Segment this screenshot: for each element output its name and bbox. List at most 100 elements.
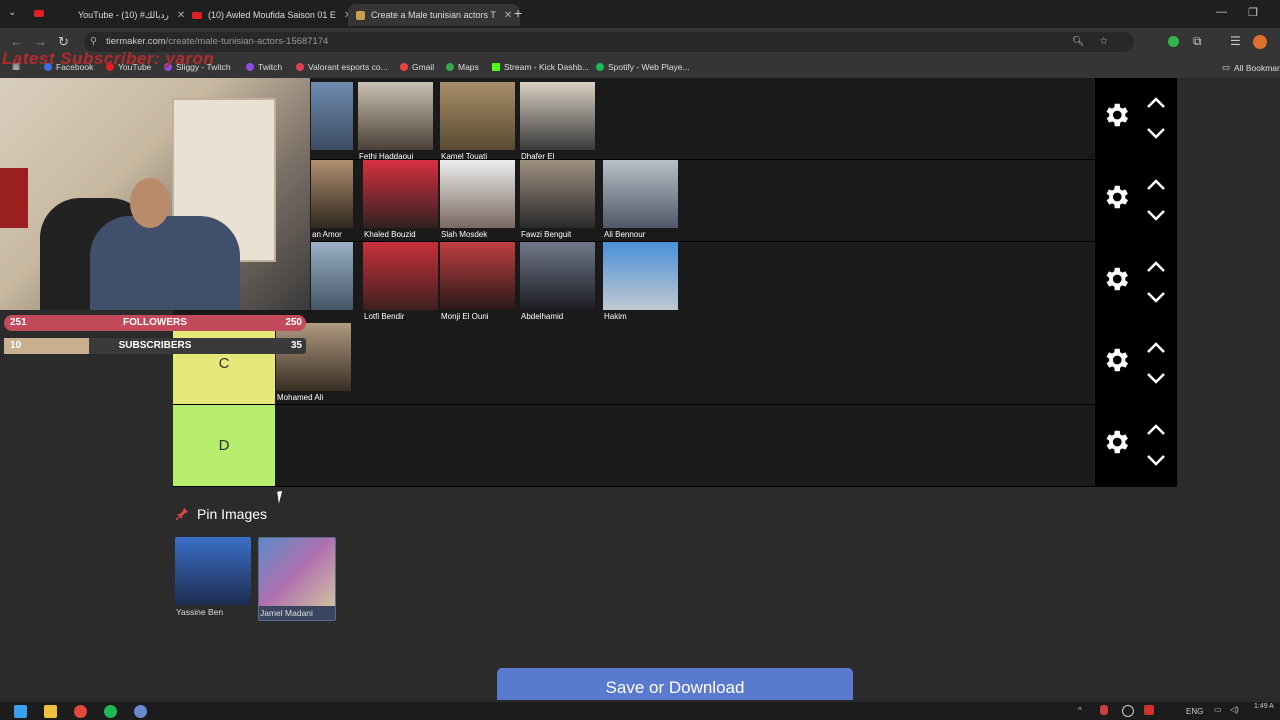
bookmark-gmail[interactable]: Gmail [400, 62, 434, 72]
pinned-image[interactable]: Jamel Madani [258, 537, 336, 621]
tier-item[interactable]: Fawzi Benguit [520, 160, 595, 239]
move-down-icon[interactable] [1145, 290, 1167, 304]
actor-photo [311, 160, 353, 228]
app-icon[interactable] [134, 705, 147, 718]
maximize-icon[interactable]: ❐ [1248, 6, 1258, 19]
minimize-icon[interactable]: — [1216, 6, 1227, 18]
tab-list-icon[interactable]: ⌄ [8, 7, 16, 18]
move-down-icon[interactable] [1145, 126, 1167, 140]
pin-images-title: Pin Images [197, 506, 268, 522]
tab-awled-moufida[interactable]: (10) Awled Moufida Saison 01 E✕ [192, 4, 352, 26]
followers-goal: 250 [285, 317, 302, 328]
tier-controls [1095, 160, 1177, 242]
tier-item[interactable]: Fethi Haddaoui [358, 82, 433, 161]
back-icon[interactable]: ← [10, 34, 23, 49]
tier-item[interactable]: Hakim [603, 242, 678, 321]
chrome-icon[interactable] [74, 705, 87, 718]
bookmark-twitch[interactable]: Twitch [246, 62, 282, 72]
language-indicator[interactable]: ENG [1186, 707, 1203, 716]
forward-icon[interactable]: → [34, 34, 47, 49]
webcam-person [130, 178, 170, 228]
url-field[interactable]: ⚲ tiermaker.com/create/male-tunisian-act… [84, 32, 1134, 52]
actor-name: Jamel Madani [260, 608, 313, 618]
gear-icon[interactable] [1101, 427, 1131, 457]
windows-start-icon[interactable] [14, 705, 27, 718]
folder-icon: ▭ [1222, 62, 1231, 72]
tray-mic-icon[interactable] [1100, 705, 1108, 715]
move-up-icon[interactable] [1145, 341, 1167, 355]
clock[interactable]: 1:49 A [1254, 703, 1274, 710]
tray-app-icon[interactable] [1122, 705, 1134, 717]
tier-item[interactable]: Kamel Touati [440, 82, 515, 161]
gear-icon[interactable] [1101, 182, 1131, 212]
tier-item[interactable]: Abdelhamid [520, 242, 595, 321]
actor-photo [311, 242, 353, 310]
tier-item[interactable]: an Amor [311, 160, 353, 239]
tier-item[interactable]: Monji El Ouni [440, 242, 515, 321]
mouse-cursor [277, 490, 289, 504]
tray-record-icon[interactable] [1144, 705, 1154, 715]
subscribers-count: 10 [10, 340, 22, 351]
move-up-icon[interactable] [1145, 423, 1167, 437]
bookmark-kick[interactable]: Stream - Kick Dashb... [492, 62, 589, 72]
move-down-icon[interactable] [1145, 208, 1167, 222]
tier-label[interactable]: C [173, 323, 275, 404]
actor-photo [520, 242, 595, 310]
tab-label: Create a Male tunisian actors T [371, 10, 496, 20]
maps-icon [446, 63, 454, 71]
extension-icon[interactable] [1168, 36, 1179, 47]
bookmark-label: Twitch [258, 62, 283, 72]
actor-photo [440, 242, 515, 310]
tier-item[interactable]: Khaled Bouzid [363, 160, 438, 239]
actor-name: Yassine Ben [176, 607, 224, 617]
youtube-icon [192, 11, 202, 19]
bookmark-label: Valorant esports co... [308, 62, 388, 72]
move-up-icon[interactable] [1145, 96, 1167, 110]
tier-item[interactable]: Mohamed Ali [276, 323, 351, 402]
file-explorer-icon[interactable] [44, 705, 57, 718]
tab-tiermaker[interactable]: Create a Male tunisian actors T ✕ [348, 4, 521, 26]
all-bookmarks[interactable]: ▭ All Bookmar [1222, 62, 1280, 73]
spotify-icon [596, 63, 604, 71]
tier-item[interactable]: Lotfi Bendir [363, 242, 438, 321]
bookmark-maps[interactable]: Maps [446, 62, 479, 72]
zoom-icon[interactable]: 🔍︎ [1072, 32, 1084, 52]
reload-icon[interactable]: ↻ [58, 34, 69, 50]
move-down-icon[interactable] [1145, 371, 1167, 385]
tier-item[interactable]: Slah Mosdek [440, 160, 515, 239]
youtube-tab-icon [34, 10, 44, 17]
move-up-icon[interactable] [1145, 260, 1167, 274]
tier-item[interactable]: Dhafer El [520, 82, 595, 161]
actor-name: Monji El Ouni [441, 312, 489, 321]
close-icon[interactable]: ✕ [504, 10, 512, 21]
bookmark-label: Spotify - Web Playe... [608, 62, 690, 72]
bookmark-spotify[interactable]: Spotify - Web Playe... [596, 62, 690, 72]
actor-name: Fawzi Benguit [521, 230, 572, 239]
save-or-download-button[interactable]: Save or Download [497, 668, 853, 700]
close-icon[interactable]: ✕ [177, 10, 185, 21]
followers-label: FOLLOWERS [123, 317, 187, 328]
gear-icon[interactable] [1101, 100, 1131, 130]
volume-icon[interactable]: ◁) [1230, 705, 1239, 714]
network-icon[interactable]: ▭ [1214, 705, 1222, 714]
tab-youtube[interactable]: YouTube - ردبالك# (10) ✕ [78, 4, 185, 26]
tier-item[interactable] [311, 82, 353, 161]
profile-avatar[interactable] [1253, 35, 1267, 49]
gear-icon[interactable] [1101, 345, 1131, 375]
gear-icon[interactable] [1101, 264, 1131, 294]
spotify-icon[interactable] [104, 705, 117, 718]
move-down-icon[interactable] [1145, 453, 1167, 467]
actor-photo [440, 82, 515, 150]
tray-chevron-icon[interactable]: ^ [1078, 706, 1082, 715]
new-tab-icon[interactable]: + [514, 5, 522, 21]
menu-icon[interactable]: ☰ [1230, 34, 1241, 48]
tier-item[interactable] [311, 242, 353, 321]
tier-item[interactable]: Ali Bennour [603, 160, 678, 239]
actor-name: Mohamed Ali [277, 393, 324, 402]
bookmark-valorant[interactable]: Valorant esports co... [296, 62, 388, 72]
bookmark-star-icon[interactable]: ☆ [1099, 32, 1108, 52]
pinned-image[interactable]: Yassine Ben [175, 537, 251, 619]
tier-label[interactable]: D [173, 405, 275, 486]
move-up-icon[interactable] [1145, 178, 1167, 192]
extensions-puzzle-icon[interactable]: ⧉ [1193, 34, 1202, 49]
